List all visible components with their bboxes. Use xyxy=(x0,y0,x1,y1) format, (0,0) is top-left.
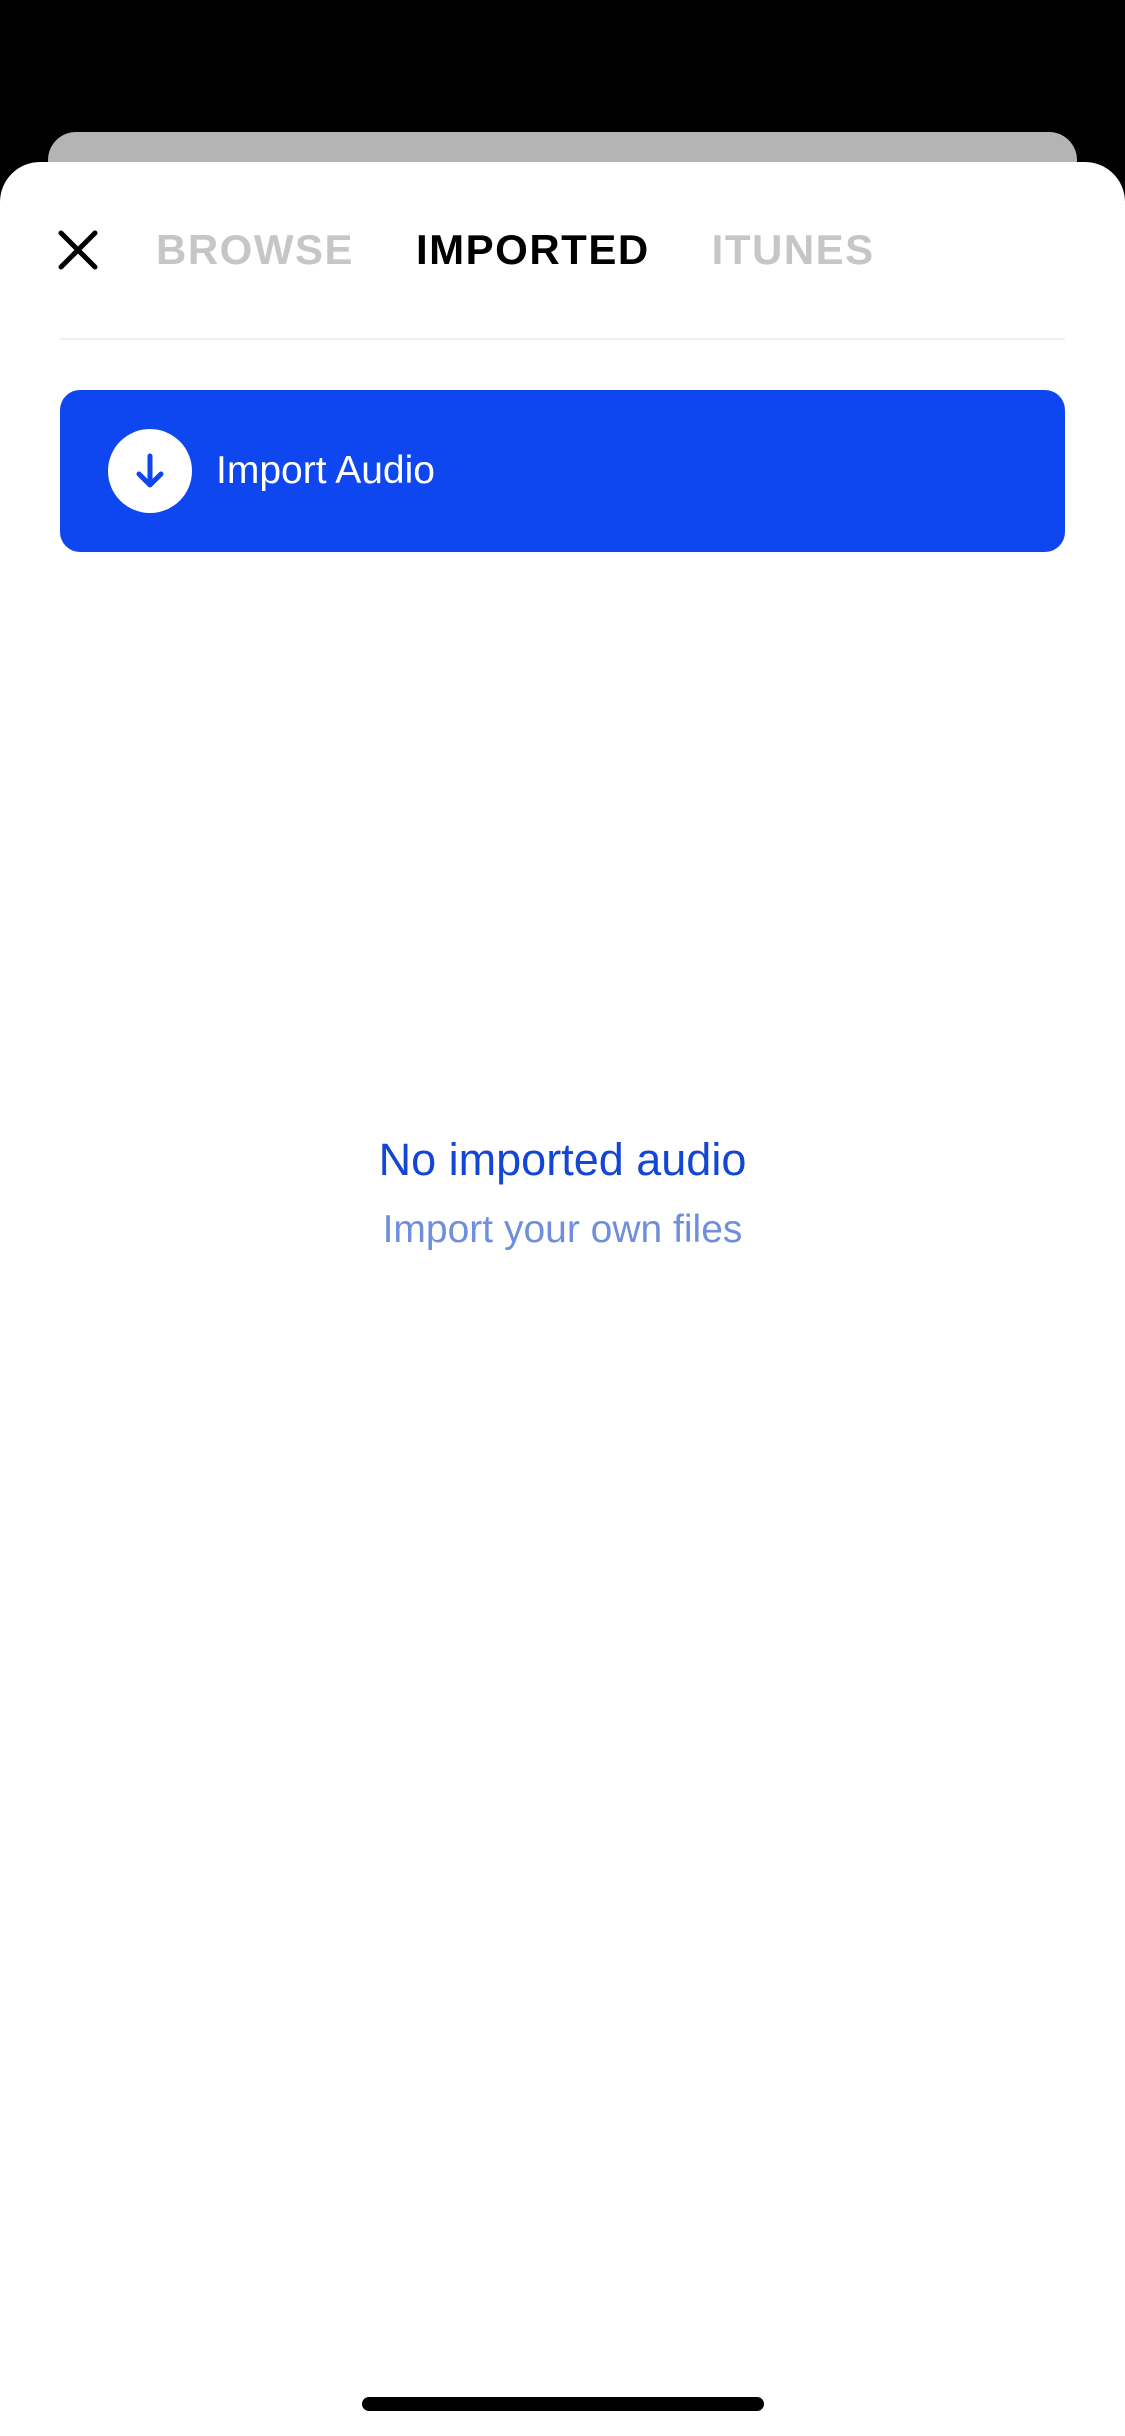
close-icon xyxy=(58,230,98,270)
home-indicator[interactable] xyxy=(362,2397,764,2411)
audio-picker-sheet: BROWSE IMPORTED ITUNES Import Audio No i… xyxy=(0,162,1125,2436)
tab-imported[interactable]: IMPORTED xyxy=(416,226,650,274)
tab-browse[interactable]: BROWSE xyxy=(156,226,354,274)
empty-state: No imported audio Import your own files xyxy=(0,1130,1125,1256)
import-audio-label: Import Audio xyxy=(216,449,435,492)
empty-state-title: No imported audio xyxy=(378,1134,747,1185)
arrow-down-icon xyxy=(136,453,164,488)
screen: BROWSE IMPORTED ITUNES Import Audio No i… xyxy=(0,0,1125,2436)
empty-state-subtitle: Import your own files xyxy=(382,1208,743,1251)
tab-bar: BROWSE IMPORTED ITUNES xyxy=(156,220,937,280)
tab-itunes[interactable]: ITUNES xyxy=(712,226,875,274)
top-bar: BROWSE IMPORTED ITUNES xyxy=(0,162,1125,340)
close-button[interactable] xyxy=(50,222,106,278)
import-icon-circle xyxy=(108,429,192,513)
import-audio-button[interactable]: Import Audio xyxy=(60,390,1065,552)
header-divider xyxy=(60,338,1065,340)
